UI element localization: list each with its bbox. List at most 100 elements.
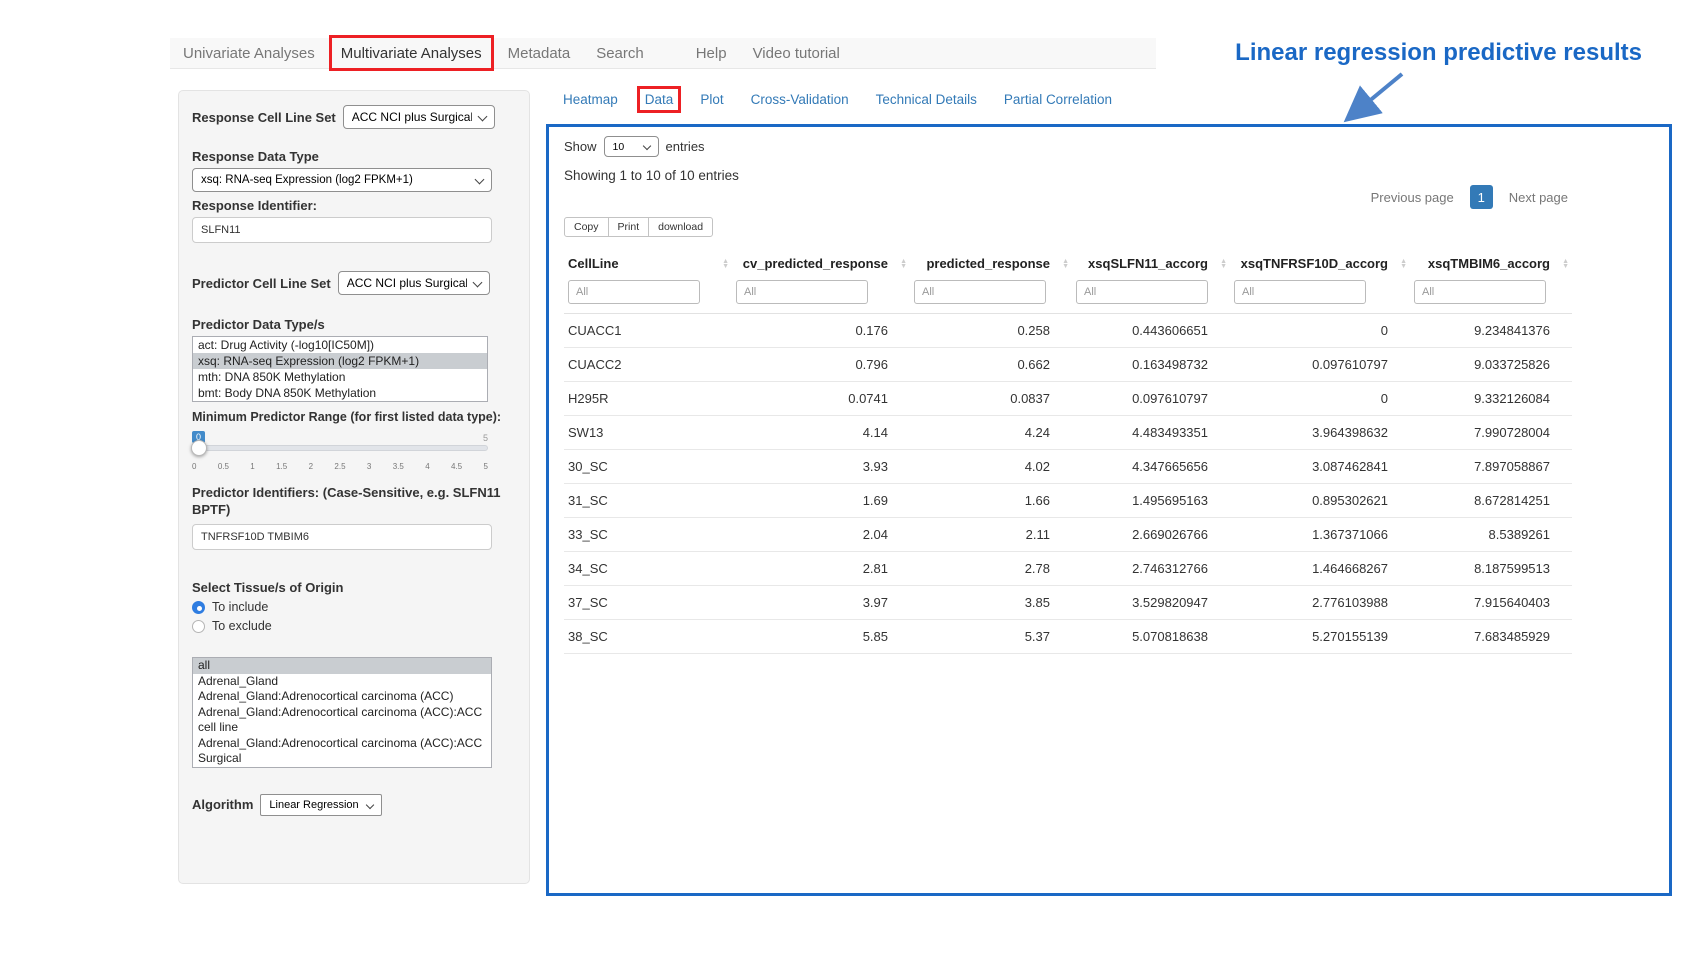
column-filter-input[interactable] (568, 280, 700, 304)
column-filter-input[interactable] (736, 280, 868, 304)
tab[interactable]: Partial Correlation (1004, 92, 1112, 107)
slider-tick-label: 3 (367, 462, 371, 471)
table-row[interactable]: H295R 0.0741 0.0837 0.097610797 0 9.3321… (564, 382, 1572, 416)
nav-item[interactable]: Metadata (495, 38, 584, 68)
cell-cellline: SW13 (564, 416, 732, 450)
nav-item[interactable]: Help (683, 38, 740, 68)
list-item[interactable]: bmt: Body DNA 850K Methylation (193, 385, 487, 401)
cell-cellline: 31_SC (564, 484, 732, 518)
radio-option[interactable]: To exclude (192, 619, 516, 633)
column-filter-input[interactable] (914, 280, 1046, 304)
sort-icon[interactable]: ▲▼ (722, 259, 729, 269)
slider-tick-label: 3.5 (393, 462, 404, 471)
list-item[interactable]: Adrenal_Gland:Adrenocortical carcinoma (… (193, 689, 491, 705)
min-predictor-range-slider: 0 5 00.511.522.533.544.55 (192, 430, 488, 471)
results-panel: Show 10 entries Showing 1 to 10 of 10 en… (546, 124, 1672, 896)
column-filter-input[interactable] (1076, 280, 1208, 304)
predictor-cell-line-set-row: Predictor Cell Line Set ACC NCI plus Sur… (192, 271, 516, 295)
sort-icon[interactable]: ▲▼ (1062, 259, 1069, 269)
previous-page-button[interactable]: Previous page (1367, 186, 1458, 209)
nav-item[interactable]: Video tutorial (740, 38, 853, 68)
column-header[interactable]: xsqSLFN11_accorg ▲▼ (1072, 249, 1230, 278)
filter-cell (564, 278, 732, 314)
column-filter-input[interactable] (1414, 280, 1546, 304)
cell-xsqtmbim6-accorg: 8.187599513 (1410, 552, 1572, 586)
cell-cv-predicted-response: 1.69 (732, 484, 910, 518)
slider-max-label: 5 (483, 433, 488, 443)
tissue-origin-label: Select Tissue/s of Origin (192, 580, 516, 595)
cell-cv-predicted-response: 4.14 (732, 416, 910, 450)
table-row[interactable]: 33_SC 2.04 2.11 2.669026766 1.367371066 … (564, 518, 1572, 552)
tab[interactable]: Plot (700, 92, 723, 107)
export-button[interactable]: download (648, 217, 713, 237)
predictor-identifiers-input[interactable] (192, 524, 492, 550)
tab[interactable]: Cross-Validation (751, 92, 849, 107)
slider-handle[interactable] (191, 440, 207, 456)
slider-tick-label: 1.5 (276, 462, 287, 471)
table-row[interactable]: SW13 4.14 4.24 4.483493351 3.964398632 7… (564, 416, 1572, 450)
list-item[interactable]: mth: DNA 850K Methylation (193, 369, 487, 385)
show-entries-select[interactable]: 10 (604, 136, 659, 157)
sort-icon[interactable]: ▲▼ (1220, 259, 1227, 269)
cell-xsqslfn11-accorg: 0.097610797 (1072, 382, 1230, 416)
list-item[interactable]: Adrenal_Gland:Adrenocortical carcinoma (… (193, 705, 491, 736)
column-header[interactable]: cv_predicted_response ▲▼ (732, 249, 910, 278)
list-item[interactable]: all (193, 658, 491, 674)
filter-cell (732, 278, 910, 314)
cell-xsqtnfrsf10d-accorg: 0 (1230, 382, 1410, 416)
column-filter-input[interactable] (1234, 280, 1366, 304)
top-navbar: Univariate AnalysesMultivariate Analyses… (170, 38, 1156, 69)
current-page-button[interactable]: 1 (1470, 185, 1493, 209)
column-header-label: cv_predicted_response (743, 256, 888, 271)
cell-xsqslfn11-accorg: 1.495695163 (1072, 484, 1230, 518)
response-identifier-label: Response Identifier: (192, 198, 516, 213)
next-page-button[interactable]: Next page (1505, 186, 1572, 209)
table-row[interactable]: CUACC2 0.796 0.662 0.163498732 0.0976107… (564, 348, 1572, 382)
cell-predicted-response: 3.85 (910, 586, 1072, 620)
list-item[interactable]: Adrenal_Gland:Adrenocortical carcinoma (… (193, 736, 491, 767)
cell-cv-predicted-response: 2.81 (732, 552, 910, 586)
response-identifier-input[interactable] (192, 217, 492, 243)
slider-track[interactable] (192, 445, 488, 451)
cell-xsqslfn11-accorg: 2.669026766 (1072, 518, 1230, 552)
algorithm-select[interactable]: Linear Regression (260, 794, 382, 816)
cell-cellline: 37_SC (564, 586, 732, 620)
tab[interactable]: Technical Details (876, 92, 977, 107)
export-button[interactable]: Print (608, 217, 650, 237)
cell-xsqslfn11-accorg: 3.529820947 (1072, 586, 1230, 620)
table-row[interactable]: 31_SC 1.69 1.66 1.495695163 0.895302621 … (564, 484, 1572, 518)
table-row[interactable]: 30_SC 3.93 4.02 4.347665656 3.087462841 … (564, 450, 1572, 484)
table-row[interactable]: 38_SC 5.85 5.37 5.070818638 5.270155139 … (564, 620, 1572, 654)
sort-icon[interactable]: ▲▼ (900, 259, 907, 269)
cell-xsqtnfrsf10d-accorg: 0.895302621 (1230, 484, 1410, 518)
filter-cell (1410, 278, 1572, 314)
chevron-down-icon (642, 142, 650, 150)
column-header[interactable]: xsqTMBIM6_accorg ▲▼ (1410, 249, 1572, 278)
list-item[interactable]: Adrenal_Gland (193, 674, 491, 690)
column-header[interactable]: CellLine ▲▼ (564, 249, 732, 278)
export-button[interactable]: Copy (564, 217, 609, 237)
chevron-down-icon (472, 278, 482, 288)
list-item[interactable]: xsq: RNA-seq Expression (log2 FPKM+1) (193, 353, 487, 369)
nav-item[interactable]: Univariate Analyses (170, 38, 328, 68)
response-data-type-select[interactable]: xsq: RNA-seq Expression (log2 FPKM+1) (192, 168, 492, 192)
predictor-cell-line-set-select[interactable]: ACC NCI plus Surgical (338, 271, 490, 295)
sort-icon[interactable]: ▲▼ (1562, 259, 1569, 269)
response-cell-line-set-row: Response Cell Line Set ACC NCI plus Surg… (192, 105, 516, 129)
radio-option[interactable]: To include (192, 600, 516, 614)
nav-item[interactable]: Search (583, 38, 657, 68)
tab[interactable]: Heatmap (563, 92, 618, 107)
table-row[interactable]: CUACC1 0.176 0.258 0.443606651 0 9.23484… (564, 314, 1572, 348)
table-header-row: CellLine ▲▼ cv_predicted_response ▲▼ pre… (564, 249, 1572, 278)
tab[interactable]: Data (645, 92, 674, 107)
cell-xsqtnfrsf10d-accorg: 3.964398632 (1230, 416, 1410, 450)
list-item[interactable]: act: Drug Activity (-log10[IC50M]) (193, 337, 487, 353)
nav-item[interactable]: Multivariate Analyses (328, 38, 495, 68)
results-content: Show 10 entries Showing 1 to 10 of 10 en… (549, 127, 1579, 654)
column-header[interactable]: predicted_response ▲▼ (910, 249, 1072, 278)
column-header[interactable]: xsqTNFRSF10D_accorg ▲▼ (1230, 249, 1410, 278)
table-row[interactable]: 37_SC 3.97 3.85 3.529820947 2.776103988 … (564, 586, 1572, 620)
table-row[interactable]: 34_SC 2.81 2.78 2.746312766 1.464668267 … (564, 552, 1572, 586)
sort-icon[interactable]: ▲▼ (1400, 259, 1407, 269)
response-cell-line-set-select[interactable]: ACC NCI plus Surgical (343, 105, 495, 129)
